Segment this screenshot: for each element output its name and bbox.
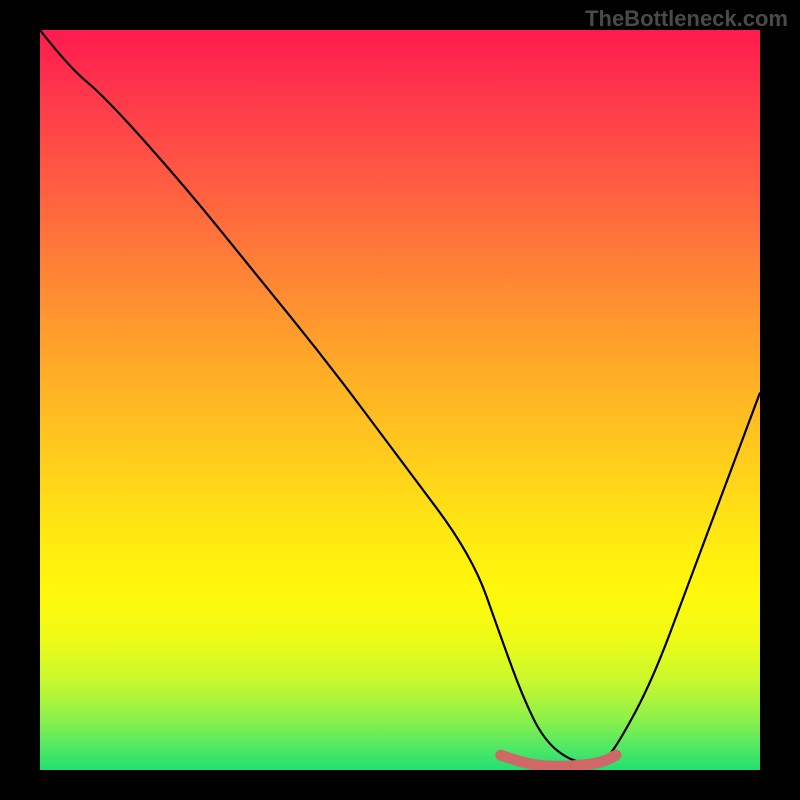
plot-area [40,30,760,770]
curve-svg [40,30,760,770]
optimal-range-highlight [501,755,616,766]
bottleneck-curve [40,30,760,763]
chart-container: TheBottleneck.com [0,0,800,800]
watermark-text: TheBottleneck.com [585,6,788,32]
